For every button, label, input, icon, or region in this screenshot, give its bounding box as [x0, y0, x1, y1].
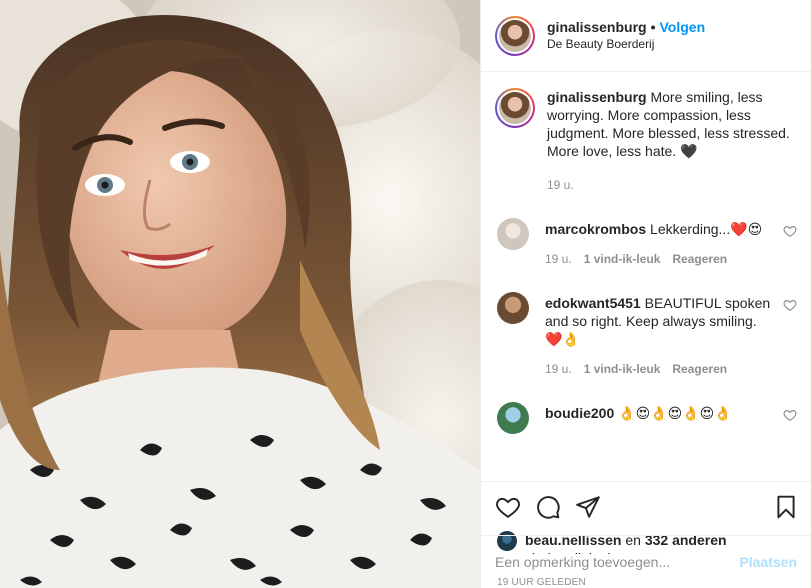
- heart-icon[interactable]: [783, 408, 797, 422]
- comment-avatar[interactable]: [497, 218, 529, 250]
- post-comment-button[interactable]: Plaatsen: [739, 554, 797, 570]
- heart-icon[interactable]: [783, 224, 797, 238]
- comment-time[interactable]: 19 u.: [545, 360, 572, 378]
- caption-username[interactable]: ginalissenburg: [547, 89, 647, 105]
- comment-item: boudie200 👌😍👌😍👌😍👌: [495, 402, 797, 434]
- post-location[interactable]: De Beauty Boerderij: [547, 36, 705, 53]
- bookmark-icon[interactable]: [773, 494, 799, 520]
- comment-avatar[interactable]: [497, 292, 529, 324]
- portrait-image: [0, 0, 480, 588]
- caption-time[interactable]: 19 u.: [547, 176, 797, 194]
- comment-icon[interactable]: [535, 494, 561, 520]
- header-separator: •: [650, 18, 656, 35]
- comment-item: marcokrombos Lekkerding...❤️😍 19 u. 1 vi…: [495, 218, 797, 268]
- post-caption: ginalissenburg More smiling, less worryi…: [495, 88, 797, 194]
- comments-list[interactable]: ginalissenburg More smiling, less worryi…: [481, 72, 811, 481]
- post-side-panel: ginalissenburg • Volgen De Beauty Boerderi…: [480, 0, 811, 588]
- comment-username[interactable]: edokwant5451: [545, 295, 641, 311]
- comment-likes[interactable]: 1 vind-ik-leuk: [584, 250, 661, 268]
- comment-item: edokwant5451 BEAUTIFUL spoken and so rig…: [495, 292, 797, 378]
- heart-icon[interactable]: [495, 494, 521, 520]
- comment-text: Lekkerding...❤️😍: [650, 221, 763, 237]
- comment-avatar[interactable]: [497, 402, 529, 434]
- comment-input[interactable]: [495, 554, 740, 570]
- add-comment-bar: Plaatsen: [481, 535, 811, 588]
- caption-avatar[interactable]: [495, 88, 535, 128]
- reply-button[interactable]: Reageren: [672, 250, 727, 268]
- author-username[interactable]: ginalissenburg: [547, 19, 647, 35]
- follow-button[interactable]: Volgen: [659, 19, 705, 35]
- post-photo[interactable]: [0, 0, 480, 588]
- comment-likes[interactable]: 1 vind-ik-leuk: [584, 360, 661, 378]
- post-header: ginalissenburg • Volgen De Beauty Boerderi…: [481, 0, 811, 72]
- comment-username[interactable]: boudie200: [545, 405, 614, 421]
- action-bar: [481, 481, 811, 531]
- comment-text: 👌😍👌😍👌😍👌: [618, 405, 732, 421]
- author-avatar[interactable]: [495, 15, 535, 56]
- heart-icon[interactable]: [783, 298, 797, 312]
- instagram-post: ginalissenburg • Volgen De Beauty Boerderi…: [0, 0, 811, 588]
- reply-button[interactable]: Reageren: [672, 360, 727, 378]
- comment-time[interactable]: 19 u.: [545, 250, 572, 268]
- comment-username[interactable]: marcokrombos: [545, 221, 646, 237]
- share-icon[interactable]: [575, 494, 601, 520]
